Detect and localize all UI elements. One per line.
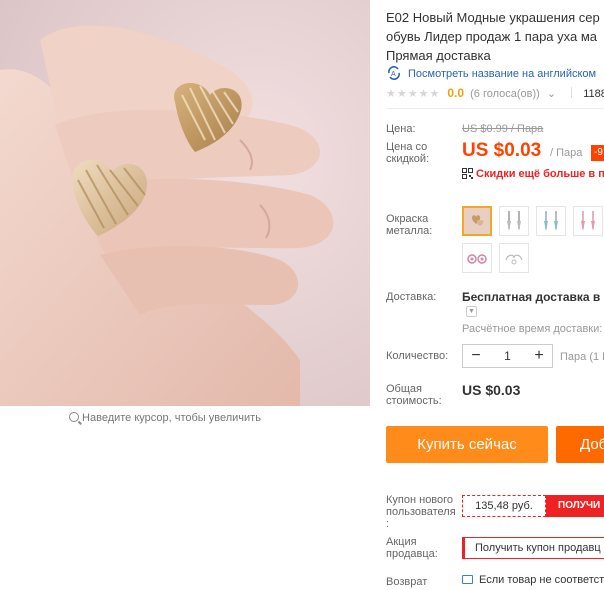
svg-text:A: A — [391, 71, 396, 78]
rating-row: ★★★★★ 0.0 (6 голоса(ов)) ⌄ 1188 з — [386, 86, 604, 100]
discount-price-label: Цена со скидкой: — [386, 141, 430, 165]
new-user-coupon-label: Купон нового пользователя : — [386, 494, 456, 530]
product-info-panel: E02 Новый Модные украшения сер обувь Лид… — [386, 0, 604, 590]
quantity-unit: Пара (1 П — [560, 351, 604, 363]
old-price: US $0.99 / Пара — [462, 123, 544, 135]
rating-score: 0.0 — [447, 86, 465, 100]
add-to-cart-button[interactable]: Доб — [556, 426, 604, 463]
returns-label: Возврат — [386, 576, 428, 588]
price-label: Цена: — [386, 123, 416, 135]
quantity-label: Количество: — [386, 350, 449, 362]
buy-now-button[interactable]: Купить сейчас — [386, 426, 548, 463]
variant-swatch[interactable] — [499, 206, 529, 236]
variant-label: Окраска металла: — [386, 213, 433, 237]
product-title-line: Прямая доставка — [386, 48, 491, 63]
rating-stars: ★★★★★ — [386, 88, 441, 100]
divider — [386, 108, 604, 109]
price-unit: / Пара — [550, 147, 583, 159]
rating-votes[interactable]: (6 голоса(ов)) — [470, 88, 540, 100]
chevron-down-icon[interactable]: ▼ — [466, 306, 477, 317]
orders-count: 1188 з — [583, 88, 604, 100]
product-main-image[interactable] — [0, 0, 370, 406]
product-title: E02 Новый Модные украшения сер обувь Лид… — [386, 8, 604, 65]
delivery-estimate: Расчётное время доставки: — [462, 323, 603, 335]
shipping-label: Доставка: — [386, 291, 437, 303]
quantity-input[interactable]: 1 — [489, 345, 526, 367]
product-title-line: обувь Лидер продаж 1 пара уха ма — [386, 29, 598, 44]
translate-icon: A — [386, 66, 402, 80]
total-label: Общая стоимость: — [386, 383, 442, 407]
app-deal-link[interactable]: Скидки ещё больше в пр — [462, 168, 604, 180]
total-price: US $0.03 — [462, 382, 521, 398]
magnifier-icon — [69, 412, 80, 422]
divider — [571, 87, 573, 98]
variant-swatch[interactable] — [536, 206, 566, 236]
zoom-hint-text: Наведите курсор, чтобы увеличить — [82, 412, 261, 424]
quantity-decrease-button[interactable]: − — [465, 345, 487, 367]
get-coupon-button[interactable]: ПОЛУЧИ — [546, 495, 604, 517]
shipping-method[interactable]: Бесплатная доставка в Ru — [462, 290, 604, 304]
qr-code-icon — [462, 168, 473, 179]
product-title-line: E02 Новый Модные украшения сер — [386, 10, 600, 25]
quantity-stepper: − 1 + — [462, 344, 553, 368]
variant-swatch[interactable] — [499, 243, 529, 273]
variant-swatch[interactable] — [462, 243, 492, 273]
app-deal-text: Скидки ещё больше в пр — [476, 168, 604, 180]
coupon-amount: 135,48 руб. — [462, 495, 546, 517]
variant-swatch[interactable] — [573, 206, 603, 236]
return-policy-icon — [462, 575, 473, 584]
translate-title-link[interactable]: A Посмотреть название на английском — [386, 66, 596, 80]
discount-badge: -9 — [591, 145, 604, 161]
zoom-hint: Наведите курсор, чтобы увеличить — [0, 412, 330, 424]
quantity-increase-button[interactable]: + — [528, 345, 550, 367]
variant-swatch[interactable] — [462, 206, 492, 236]
seller-promo-label: Акция продавца: — [386, 536, 438, 560]
product-gallery: Наведите курсор, чтобы увеличить — [0, 0, 370, 590]
seller-coupon-button[interactable]: Получить купон продавц — [462, 537, 604, 559]
chevron-down-icon[interactable]: ⌄ — [547, 88, 556, 100]
returns-text: Если товар не соответст — [479, 574, 604, 586]
discount-price: US $0.03 — [462, 140, 542, 161]
returns-info: Если товар не соответст — [462, 574, 604, 586]
translate-link-text: Посмотреть название на английском — [408, 68, 597, 80]
